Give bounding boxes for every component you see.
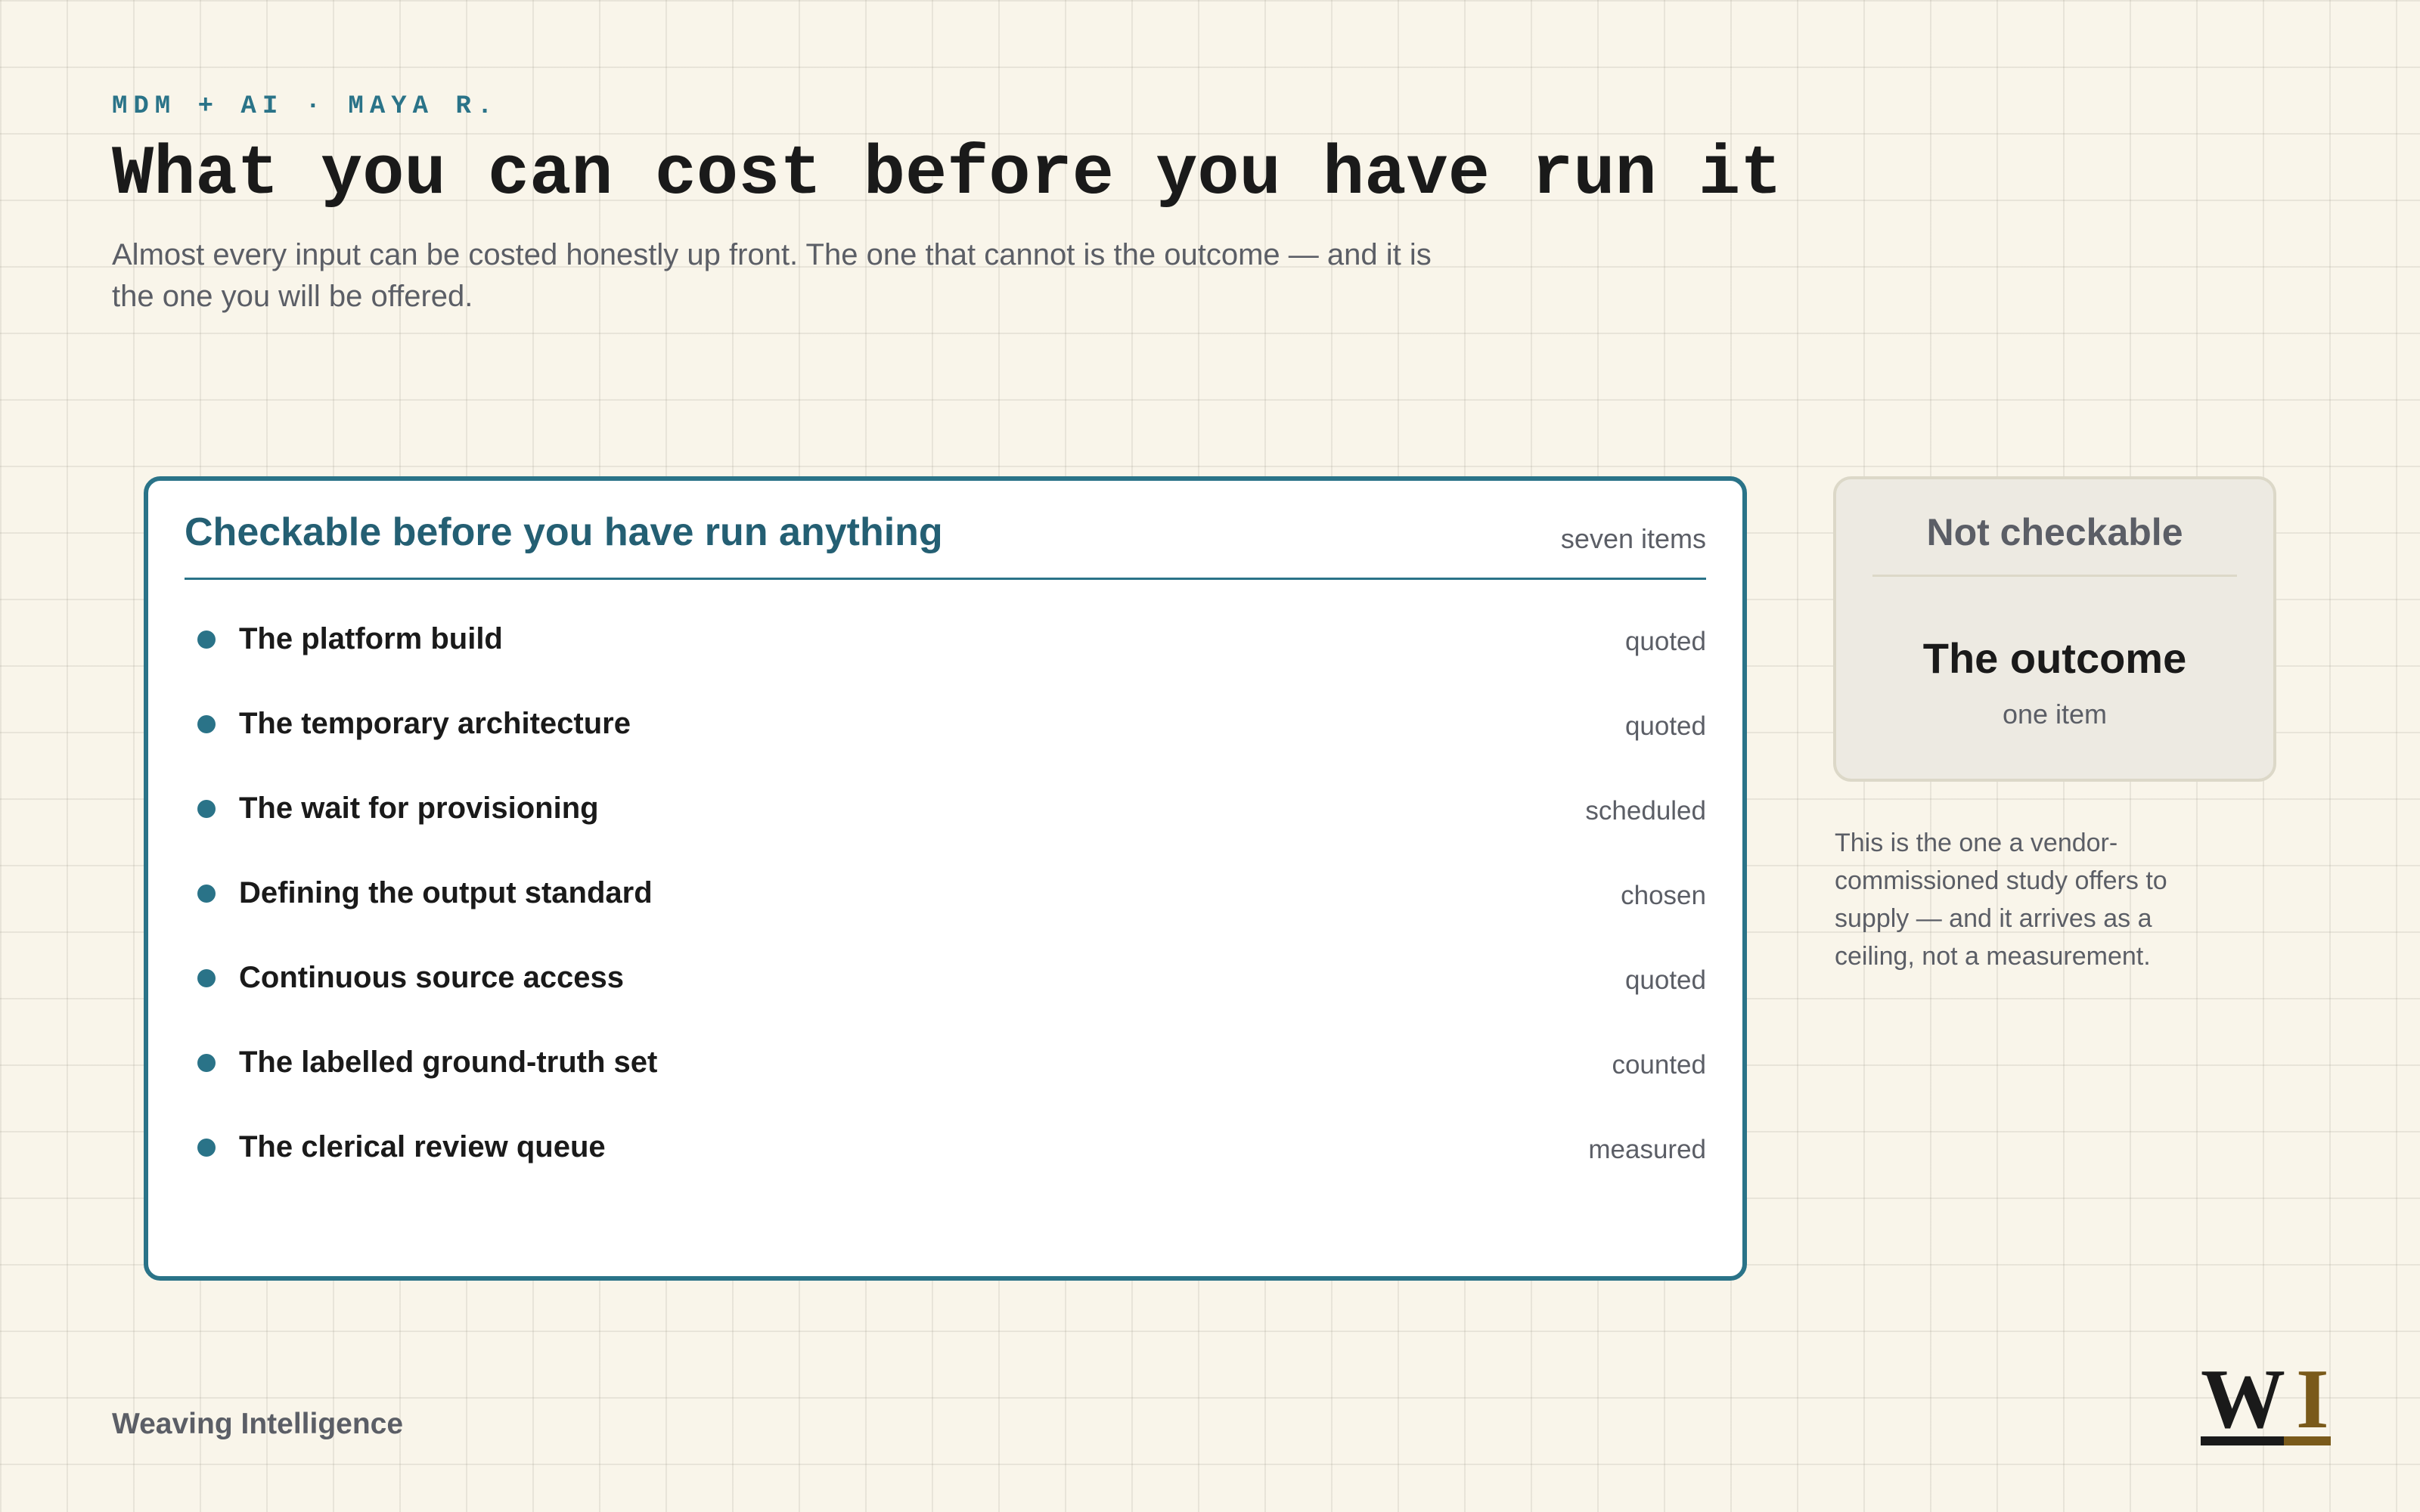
dot-icon [197,715,216,733]
list-item-label: The temporary architecture [239,707,631,740]
list-item-tag: quoted [1624,711,1706,741]
list-item: Continuous source access quoted [185,937,1706,1021]
list-item-tag: chosen [1621,881,1706,910]
checkable-card: Checkable before you have run anything s… [144,476,1747,1281]
footer-brand: Weaving Intelligence [112,1408,404,1440]
not-checkable-item: The outcome [1922,634,2187,682]
slide: MDM + AI · MAYA R. What you can cost bef… [0,0,2420,1512]
eyebrow: MDM + AI · MAYA R. [112,92,499,121]
list-item-label: The labelled ground-truth set [239,1046,658,1079]
list-item-label: The platform build [239,622,503,655]
list-item-tag: quoted [1624,627,1706,656]
not-checkable-note: This is the one a vendor-commissioned st… [1835,829,2167,971]
list-item-label: The clerical review queue [239,1130,606,1163]
list-item-label: Defining the output standard [239,876,653,909]
list-item-tag: measured [1588,1135,1706,1164]
logo-letter-i: I [2296,1352,2329,1446]
checkable-list: The platform build quoted The temporary … [185,580,1706,1191]
list-item: Defining the output standard chosen [185,852,1706,937]
not-checkable-card-header: Not checkable [1872,510,2237,577]
page-title: What you can cost before you have run it [112,135,1782,214]
page-subtitle: Almost every input can be costed honestl… [112,238,1432,313]
dot-icon [197,631,216,649]
list-item: The clerical review queue measured [185,1106,1706,1191]
logo-bar-dark [2201,1436,2284,1445]
list-item: The labelled ground-truth set counted [185,1021,1706,1106]
checkable-card-title: Checkable before you have run anything [185,510,943,554]
logo-bar-gold [2284,1436,2331,1445]
list-item: The wait for provisioning scheduled [185,767,1706,852]
list-item-label: The wait for provisioning [239,792,599,825]
list-item-tag: quoted [1624,965,1706,995]
list-item-label: Continuous source access [239,961,625,994]
list-item-tag: scheduled [1585,796,1706,826]
dot-icon [197,800,216,818]
dot-icon [197,1139,216,1157]
dot-icon [197,1054,216,1072]
not-checkable-count: one item [2002,699,2108,730]
dot-icon [197,885,216,903]
checkable-card-header: Checkable before you have run anything s… [185,481,1706,580]
list-item: The temporary architecture quoted [185,683,1706,767]
list-item-tag: counted [1612,1050,1706,1080]
logo-letter-w: W [2201,1352,2285,1446]
not-checkable-title: Not checkable [1926,511,2183,553]
dot-icon [197,969,216,987]
not-checkable-card: Not checkable The outcome one item [1833,476,2276,782]
checkable-card-count: seven items [1560,523,1706,554]
list-item: The platform build quoted [185,598,1706,683]
wi-logo: W I [2201,1352,2331,1446]
